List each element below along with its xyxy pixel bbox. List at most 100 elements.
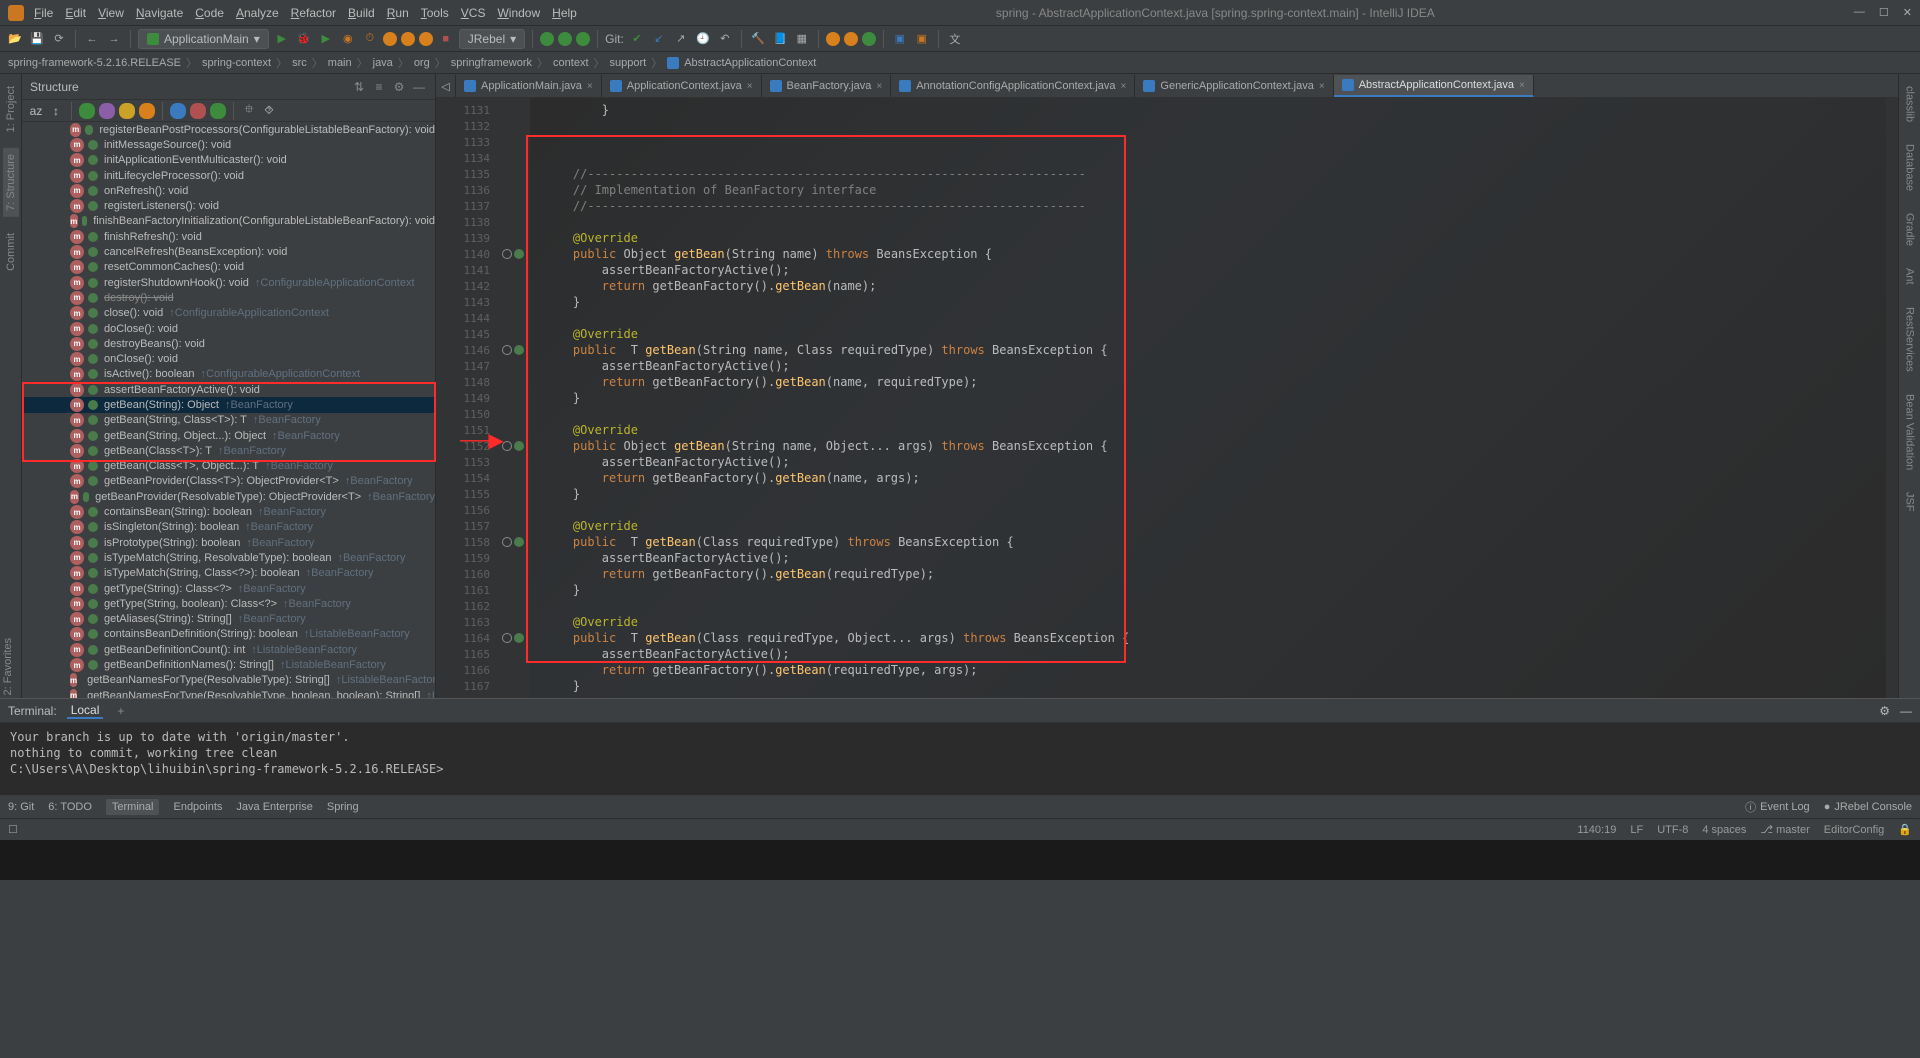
right-tool-classlib[interactable]: classlib <box>1902 80 1918 128</box>
terminal-output[interactable]: Your branch is up to date with 'origin/m… <box>0 723 1920 794</box>
code-line[interactable] <box>544 134 1886 150</box>
menu-run[interactable]: Run <box>387 6 409 20</box>
code-line[interactable]: } <box>544 486 1886 502</box>
gutter-icon-row[interactable] <box>496 470 530 486</box>
gutter-icon-row[interactable] <box>496 678 530 694</box>
structure-item-37[interactable]: getBeanNamesForType(ResolvableType, bool… <box>22 688 435 698</box>
bottom-tool-java-enterprise[interactable]: Java Enterprise <box>236 801 312 813</box>
line-number[interactable]: 1165 <box>436 646 496 662</box>
gutter-icon-row[interactable] <box>496 566 530 582</box>
structure-item-30[interactable]: getType(String): Class<?> ↑BeanFactory <box>22 581 435 596</box>
line-number[interactable]: 1161 <box>436 582 496 598</box>
editor-body[interactable]: 1131113211331134113511361137113811391140… <box>436 98 1898 698</box>
jrebel-test-icon[interactable] <box>419 32 433 46</box>
code-line[interactable] <box>544 694 1886 698</box>
line-number[interactable]: 1147 <box>436 358 496 374</box>
extra-icon-1[interactable] <box>826 32 840 46</box>
db-icon-1[interactable]: ▣ <box>891 30 909 48</box>
menu-edit[interactable]: Edit <box>65 6 86 20</box>
structure-item-33[interactable]: containsBeanDefinition(String): boolean … <box>22 627 435 642</box>
structure-item-15[interactable]: onClose(): void <box>22 351 435 366</box>
line-number[interactable]: 1153 <box>436 454 496 470</box>
gutter-icon-row[interactable] <box>496 182 530 198</box>
structure-item-10[interactable]: registerShutdownHook(): void ↑Configurab… <box>22 275 435 290</box>
bottom-tool-9-git[interactable]: 9: Git <box>8 801 34 813</box>
crumb-6[interactable]: springframework <box>451 57 532 69</box>
structure-item-19[interactable]: getBean(String, Class<T>): T ↑BeanFactor… <box>22 413 435 428</box>
line-number[interactable]: 1166 <box>436 662 496 678</box>
bottom-tool-6-todo[interactable]: 6: TODO <box>48 801 92 813</box>
bottom-tool-spring[interactable]: Spring <box>327 801 359 813</box>
gutter-icon-row[interactable] <box>496 310 530 326</box>
tab-close-icon[interactable]: × <box>1519 80 1525 91</box>
code-line[interactable] <box>544 310 1886 326</box>
coverage-icon[interactable]: ▶ <box>317 30 335 48</box>
menu-tools[interactable]: Tools <box>421 6 449 20</box>
code-area[interactable]: } //------------------------------------… <box>530 98 1886 698</box>
sort-visibility-icon[interactable]: ↕ <box>48 103 64 119</box>
structure-item-23[interactable]: getBeanProvider(Class<T>): ObjectProvide… <box>22 474 435 489</box>
line-number[interactable]: 1163 <box>436 614 496 630</box>
crumb-5[interactable]: org <box>414 57 430 69</box>
terminal-tab-local[interactable]: Local <box>67 703 104 719</box>
menu-view[interactable]: View <box>98 6 124 20</box>
line-number[interactable]: 1150 <box>436 406 496 422</box>
code-line[interactable] <box>544 406 1886 422</box>
gutter-icon-row[interactable] <box>496 102 530 118</box>
menu-navigate[interactable]: Navigate <box>136 6 183 20</box>
lock-icon[interactable]: 🔒 <box>1898 823 1912 836</box>
code-line[interactable]: @Override <box>544 326 1886 342</box>
gutter-icon-row[interactable] <box>496 358 530 374</box>
overridden-icon[interactable] <box>514 345 524 355</box>
translate-icon[interactable]: 文 <box>946 30 964 48</box>
code-line[interactable]: @Override <box>544 518 1886 534</box>
code-line[interactable]: public Object getBean(String name, Objec… <box>544 438 1886 454</box>
line-number[interactable]: 1133 <box>436 134 496 150</box>
structure-item-5[interactable]: registerListeners(): void <box>22 198 435 213</box>
code-line[interactable]: assertBeanFactoryActive(); <box>544 358 1886 374</box>
menu-code[interactable]: Code <box>195 6 224 20</box>
structure-item-7[interactable]: finishRefresh(): void <box>22 229 435 244</box>
gutter-icon-row[interactable] <box>496 646 530 662</box>
code-line[interactable] <box>544 150 1886 166</box>
git-commit-icon[interactable]: ✔ <box>628 30 646 48</box>
menu-window[interactable]: Window <box>497 6 540 20</box>
structure-item-22[interactable]: getBean(Class<T>, Object...): T ↑BeanFac… <box>22 459 435 474</box>
code-line[interactable] <box>544 598 1886 614</box>
gutter-icon-row[interactable] <box>496 662 530 678</box>
jrebel-run-icon[interactable] <box>383 32 397 46</box>
gutter-icon-row[interactable] <box>496 198 530 214</box>
code-line[interactable]: @Override <box>544 614 1886 630</box>
back-icon[interactable]: ← <box>83 30 101 48</box>
code-line[interactable]: return getBeanFactory().getBean(name); <box>544 278 1886 294</box>
line-number[interactable]: 1137 <box>436 198 496 214</box>
code-line[interactable]: public T getBean(Class requiredType) thr… <box>544 534 1886 550</box>
structure-item-16[interactable]: isActive(): boolean ↑ConfigurableApplica… <box>22 367 435 382</box>
impl-icon[interactable] <box>502 537 512 547</box>
gutter-icon-row[interactable] <box>496 262 530 278</box>
gutter-icon-row[interactable] <box>496 342 530 358</box>
structure-item-2[interactable]: initApplicationEventMulticaster(): void <box>22 153 435 168</box>
crumb-3[interactable]: main <box>328 57 352 69</box>
jrebel-debug-icon[interactable] <box>401 32 415 46</box>
code-line[interactable] <box>544 502 1886 518</box>
structure-item-32[interactable]: getAliases(String): String[] ↑BeanFactor… <box>22 612 435 627</box>
gutter-icon-row[interactable] <box>496 406 530 422</box>
gutter-icon-row[interactable] <box>496 534 530 550</box>
bottom-tool-terminal[interactable]: Terminal <box>106 799 160 815</box>
right-tool-database[interactable]: Database <box>1902 138 1918 197</box>
word-icon[interactable]: 📘 <box>771 30 789 48</box>
gutter-icon-row[interactable] <box>496 598 530 614</box>
line-number[interactable]: 1158 <box>436 534 496 550</box>
gutter-icon-row[interactable] <box>496 454 530 470</box>
structure-item-24[interactable]: getBeanProvider(ResolvableType): ObjectP… <box>22 489 435 504</box>
structure-item-12[interactable]: close(): void ↑ConfigurableApplicationCo… <box>22 306 435 321</box>
menu-analyze[interactable]: Analyze <box>236 6 279 20</box>
minimize-icon[interactable]: — <box>1854 6 1865 19</box>
line-number[interactable]: 1141 <box>436 262 496 278</box>
gutter-icon-row[interactable] <box>496 614 530 630</box>
filter-lambda-icon[interactable] <box>139 103 155 119</box>
editorconfig[interactable]: EditorConfig <box>1824 824 1885 836</box>
code-line[interactable]: assertBeanFactoryActive(); <box>544 454 1886 470</box>
gutter-icon-row[interactable] <box>496 246 530 262</box>
